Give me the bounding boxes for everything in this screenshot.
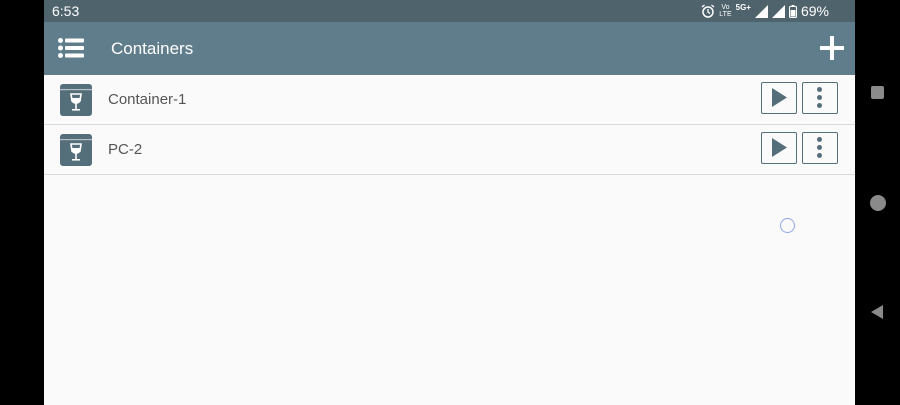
signal-icon-2: [771, 4, 785, 18]
touch-indicator: [780, 218, 795, 233]
container-row[interactable]: Container-1: [44, 75, 855, 125]
play-icon: [772, 138, 787, 157]
container-name: PC-2: [108, 141, 143, 158]
alarm-icon: [701, 4, 715, 18]
run-button[interactable]: [761, 132, 797, 164]
more-vert-icon: [817, 87, 822, 108]
volte-indicator: Vo LTE: [719, 4, 731, 18]
run-button[interactable]: [761, 82, 797, 114]
container-name: Container-1: [108, 91, 187, 108]
status-icons: Vo LTE 5G+ 69%: [701, 3, 829, 19]
lte-label: LTE: [719, 11, 732, 18]
recents-button[interactable]: [871, 86, 884, 99]
container-list: Container-1 PC-2: [44, 75, 855, 175]
network-type-label: 5G+: [735, 2, 751, 12]
page-title: Containers: [111, 39, 194, 58]
more-options-button[interactable]: [802, 82, 838, 114]
wine-glass-icon: [60, 84, 92, 116]
status-time: 6:53: [52, 3, 80, 19]
wine-glass-icon: [60, 134, 92, 166]
play-icon: [772, 88, 787, 107]
home-button[interactable]: [870, 195, 886, 211]
app-bar: Containers: [44, 22, 855, 75]
add-icon[interactable]: [819, 35, 845, 61]
more-vert-icon: [817, 137, 822, 158]
status-bar: 6:53 Vo LTE 5G+ 69%: [44, 0, 855, 22]
list-menu-icon[interactable]: [58, 38, 84, 58]
container-row[interactable]: PC-2: [44, 125, 855, 175]
more-options-button[interactable]: [802, 132, 838, 164]
app-screen: 6:53 Vo LTE 5G+ 69% Containers Container…: [44, 0, 855, 405]
volte-label: Vo: [721, 4, 730, 11]
battery-percentage: 69%: [800, 3, 829, 19]
battery-icon: [788, 4, 797, 18]
back-icon[interactable]: [869, 304, 885, 320]
signal-icon: [754, 4, 768, 18]
